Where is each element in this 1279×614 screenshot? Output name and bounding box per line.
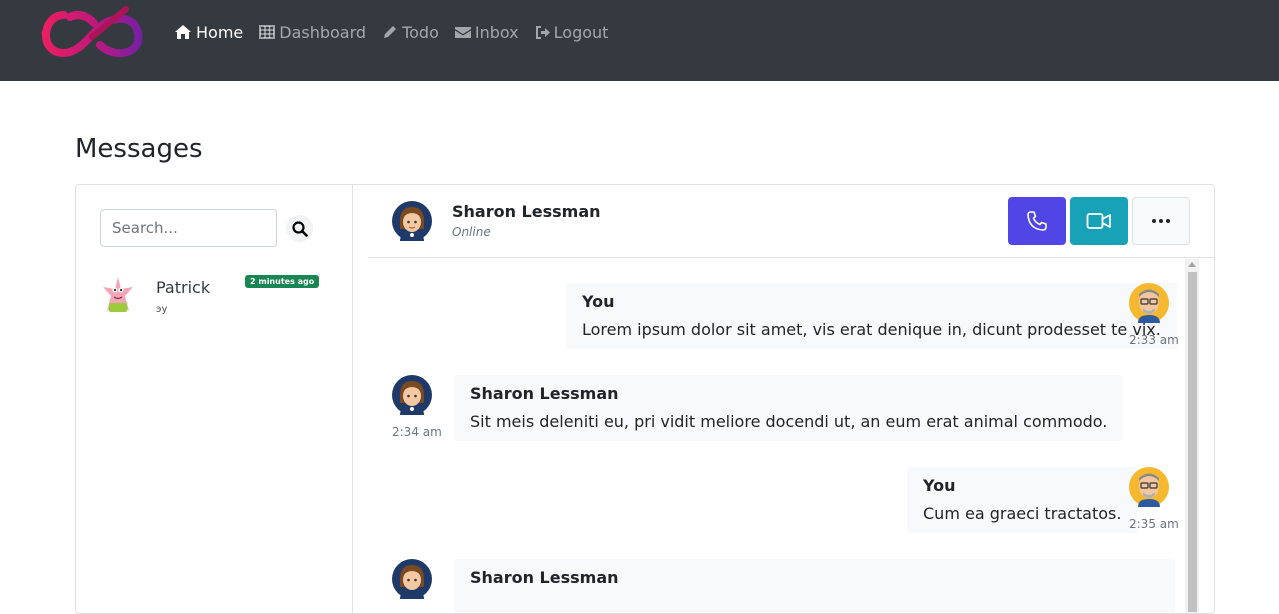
message-list[interactable]: You Lorem ipsum dolor sit amet, vis erat… — [368, 259, 1200, 613]
nav-item-todo[interactable]: Todo — [382, 23, 439, 42]
nav-label: Home — [196, 22, 244, 42]
message-sender: You — [923, 476, 956, 495]
contact-avatar — [392, 201, 432, 241]
scroll-up-arrow-icon[interactable] — [1188, 262, 1196, 267]
nav-label: Todo — [402, 22, 439, 42]
ellipsis-icon — [1152, 219, 1170, 223]
video-call-button[interactable] — [1070, 197, 1128, 245]
time-badge: 2 minutes ago — [245, 275, 320, 288]
search-input[interactable] — [100, 209, 277, 247]
message-text: Cum ea graeci tractatos. — [923, 504, 1122, 523]
message-bubble: You Lorem ipsum dolor sit amet, vis erat… — [566, 283, 1177, 349]
user-avatar — [1129, 283, 1169, 323]
contact-avatar — [392, 559, 432, 599]
contact-avatar — [392, 375, 432, 415]
patrick-avatar — [103, 277, 133, 312]
home-icon — [175, 25, 191, 39]
nav-item-home[interactable]: Home — [174, 23, 243, 42]
call-button[interactable] — [1008, 197, 1066, 245]
nav-item-inbox[interactable]: Inbox — [454, 22, 519, 42]
message-sender: You — [582, 292, 615, 311]
envelope-icon — [454, 26, 471, 38]
contact-status: Online — [452, 225, 491, 239]
pencil-icon — [384, 26, 397, 38]
contact-last-message: эу — [156, 304, 168, 315]
messages-card: Patrick эу 2 minutes ago Sharon Lessman … — [75, 184, 1215, 614]
message-time: 2:34 am — [392, 425, 442, 439]
sign-out-icon — [535, 25, 550, 39]
nav-label: Logout — [553, 22, 609, 42]
search-button[interactable] — [286, 215, 313, 242]
message-sender: Sharon Lessman — [470, 568, 619, 587]
table-icon — [259, 25, 276, 39]
message-scrollbar[interactable] — [1185, 259, 1199, 613]
main-nav: Home Dashboard Todo Inbox Logout — [174, 0, 624, 64]
infinity-logo-icon[interactable] — [34, 3, 148, 65]
user-avatar — [1129, 467, 1169, 507]
message-text: Lorem ipsum dolor sit amet, vis erat den… — [582, 320, 1161, 339]
nav-item-dashboard[interactable]: Dashboard — [259, 23, 366, 42]
scrollbar-thumb[interactable] — [1188, 272, 1197, 612]
chat-panel: Sharon Lessman Online You Lorem ipsum do… — [353, 185, 1214, 613]
contact-name: Patrick — [156, 278, 211, 297]
message-bubble: You Cum ea graeci tractatos. — [907, 467, 1138, 533]
phone-icon — [1027, 211, 1047, 231]
message-text: Sit meis deleniti eu, pri vidit meliore … — [470, 412, 1108, 431]
message-time: 2:35 am — [1129, 517, 1179, 531]
message-bubble: Sharon Lessman — [454, 559, 1175, 613]
message-sender: Sharon Lessman — [470, 384, 619, 403]
contact-list-item[interactable]: Patrick эу 2 minutes ago — [98, 271, 328, 321]
more-options-button[interactable] — [1132, 197, 1190, 245]
message-time: 2:33 am — [1129, 333, 1179, 347]
nav-item-logout[interactable]: Logout — [535, 22, 609, 42]
message-bubble: Sharon Lessman Sit meis deleniti eu, pri… — [454, 375, 1124, 441]
contacts-sidebar: Patrick эу 2 minutes ago — [76, 185, 353, 613]
nav-label: Dashboard — [279, 22, 367, 42]
video-camera-icon — [1086, 213, 1111, 229]
search-icon — [291, 220, 308, 237]
chat-header: Sharon Lessman Online — [368, 185, 1214, 258]
navbar: Home Dashboard Todo Inbox Logout — [0, 0, 1279, 81]
page-title: Messages — [75, 134, 203, 164]
nav-label: Inbox — [474, 22, 519, 42]
contact-name: Sharon Lessman — [452, 202, 601, 221]
